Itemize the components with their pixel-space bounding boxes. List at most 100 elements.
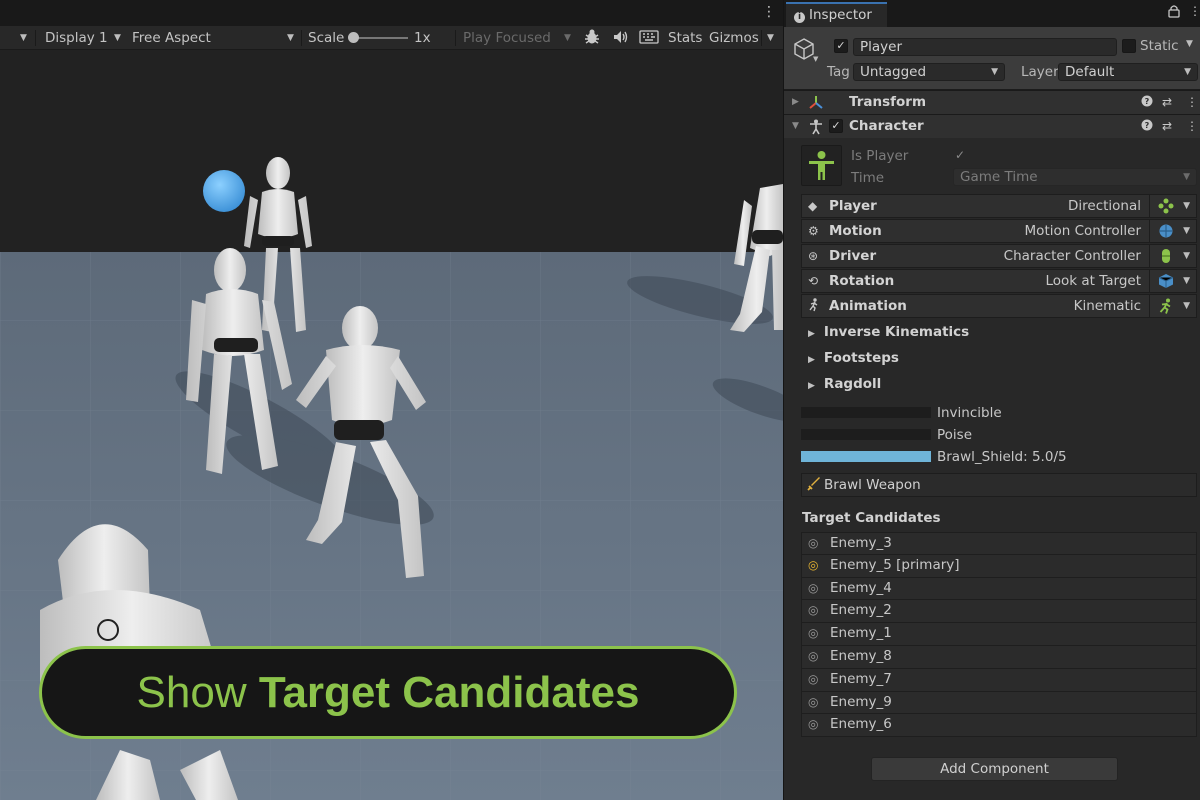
more-options-icon[interactable]: ⋮ [1189,4,1200,18]
chevron-right-icon: ▶ [808,355,815,365]
chevron-down-icon[interactable]: ▼ [1183,245,1190,267]
svg-text:?: ? [1145,121,1150,130]
unit-row-motion[interactable]: ⚙ Motion Motion Controller ▼ [801,219,1197,243]
caption-banner: Show Target Candidates [39,646,737,739]
chevron-right-icon: ▶ [808,381,815,391]
chevron-down-icon[interactable]: ▼ [564,26,571,50]
unit-row-animation[interactable]: Animation Kinematic ▼ [801,294,1197,318]
keyboard-icon[interactable] [639,26,659,50]
invincible-bar [801,407,931,418]
chevron-down-icon[interactable]: ▼ [813,55,818,63]
foldout-inverse-kinematics[interactable]: ▶ Inverse Kinematics [808,324,969,340]
time-label: Time [851,170,885,186]
display-dropdown[interactable]: Display 1 [45,26,108,50]
chevron-right-icon[interactable]: ▶ [792,91,799,114]
unit-row-player[interactable]: ◆ Player Directional ▼ [801,194,1197,218]
chevron-down-icon[interactable]: ▼ [792,115,799,138]
tab-inspector[interactable]: i Inspector [786,2,887,27]
chevron-down-icon[interactable]: ▼ [114,26,121,50]
chevron-down-icon[interactable]: ▼ [1183,195,1190,217]
transform-component-header[interactable]: ▶ Transform ? ⇄ ⋮ [784,90,1200,114]
weapon-field[interactable]: Brawl Weapon [801,473,1197,497]
tag-dropdown[interactable]: Untagged ▼ [853,63,1005,81]
list-item[interactable]: ◎ Enemy_5 [primary] [801,554,1197,578]
is-player-checkbox[interactable]: ✓ [955,148,965,162]
more-options-icon[interactable]: ⋮ [1186,115,1198,138]
chevron-down-icon[interactable]: ▼ [1183,270,1190,292]
speaker-icon[interactable] [611,26,629,50]
layer-dropdown[interactable]: Default ▼ [1058,63,1198,81]
help-icon[interactable]: ? [1141,91,1153,114]
stats-toggle[interactable]: Stats [668,26,702,50]
tag-label: Tag [827,64,850,80]
rotate-icon: ⟲ [808,274,819,288]
chevron-down-icon[interactable]: ▼ [767,26,774,50]
time-dropdown[interactable]: Game Time ▼ [953,168,1197,186]
target-icon: ◎ [808,557,819,572]
bug-icon[interactable] [583,26,601,50]
unit-row-driver[interactable]: ⊛ Driver Character Controller ▼ [801,244,1197,268]
humanoid-icon [809,151,834,180]
help-icon[interactable]: ? [1141,115,1153,138]
game-tab-strip [0,0,783,26]
chevron-down-icon[interactable]: ▼ [1186,39,1193,49]
list-item[interactable]: ◎ Enemy_7 [801,668,1197,692]
list-item[interactable]: ◎ Enemy_4 [801,577,1197,601]
chevron-down-icon[interactable]: ▼ [20,26,27,50]
chevron-down-icon: ▼ [1183,172,1190,182]
list-item[interactable]: ◎ Enemy_2 [801,600,1197,624]
gear-icon: ⚙ [808,224,819,238]
globe-icon [1158,223,1174,239]
list-item[interactable]: ◎ Enemy_8 [801,645,1197,669]
list-item[interactable]: ◎ Enemy_1 [801,623,1197,646]
list-item[interactable]: ◎ Enemy_6 [801,714,1197,738]
list-item[interactable]: ◎ Enemy_9 [801,691,1197,715]
game-toolbar: ▼ Display 1 ▼ Free Aspect ▼ Scale 1x Pla… [0,26,783,50]
target-candidates-title: Target Candidates [802,510,941,526]
more-options-icon[interactable]: ⋮ [1186,91,1198,114]
caption-bold-text: Target Candidates [258,667,640,717]
play-mode-dropdown[interactable]: Play Focused [463,26,551,50]
svg-text:?: ? [1145,97,1150,106]
unit-row-rotation[interactable]: ⟲ Rotation Look at Target ▼ [801,269,1197,293]
gizmos-toggle[interactable]: Gizmos [709,26,759,50]
scale-slider-handle[interactable] [348,32,359,43]
active-checkbox[interactable]: ✓ [834,39,848,53]
chevron-down-icon[interactable]: ▼ [287,26,294,50]
target-icon: ◎ [808,536,819,550]
foldout-ragdoll[interactable]: ▶ Ragdoll [808,376,881,392]
transform-title: Transform [849,94,927,110]
foldout-footsteps[interactable]: ▶ Footsteps [808,350,899,366]
chevron-down-icon: ▼ [1184,67,1191,77]
chevron-down-icon[interactable]: ▼ [1183,295,1190,317]
running-icon [1158,298,1174,314]
aspect-dropdown[interactable]: Free Aspect [132,26,211,50]
invincible-label: Invincible [937,405,1002,421]
more-options-icon[interactable]: ⋮ [762,4,776,20]
chevron-down-icon[interactable]: ▼ [1183,220,1190,242]
target-icon: ◎ [808,603,819,618]
caption-regular-text: Show [136,667,247,717]
list-item[interactable]: ◎ Enemy_3 [801,532,1197,555]
chevron-right-icon: ▶ [808,329,815,339]
character-enabled-checkbox[interactable]: ✓ [829,119,843,133]
scale-slider[interactable] [352,37,408,39]
game-view[interactable]: ⋮ ▼ Display 1 ▼ Free Aspect ▼ Scale 1x P… [0,0,783,800]
target-icon: ◎ [808,694,819,709]
character-title: Character [849,118,924,134]
target-icon: ◎ [808,580,819,595]
character-icon [808,119,824,139]
presets-icon[interactable]: ⇄ [1162,115,1172,138]
object-name-field[interactable]: Player [853,38,1117,56]
presets-icon[interactable]: ⇄ [1162,91,1172,114]
shield-bar [801,451,931,462]
add-component-button[interactable]: Add Component [871,757,1118,781]
box-icon [1158,273,1174,289]
poise-bar [801,429,931,440]
character-component-header[interactable]: ▼ ✓ Character ? ⇄ ⋮ [784,114,1200,138]
lock-icon[interactable] [1168,4,1180,21]
static-checkbox[interactable] [1122,39,1136,53]
inspector-panel: i Inspector ⋮ ▼ ✓ Player Static ▼ Tag Unt… [783,0,1200,800]
capsule-icon [1158,248,1174,264]
chevron-down-icon: ▼ [991,67,998,77]
